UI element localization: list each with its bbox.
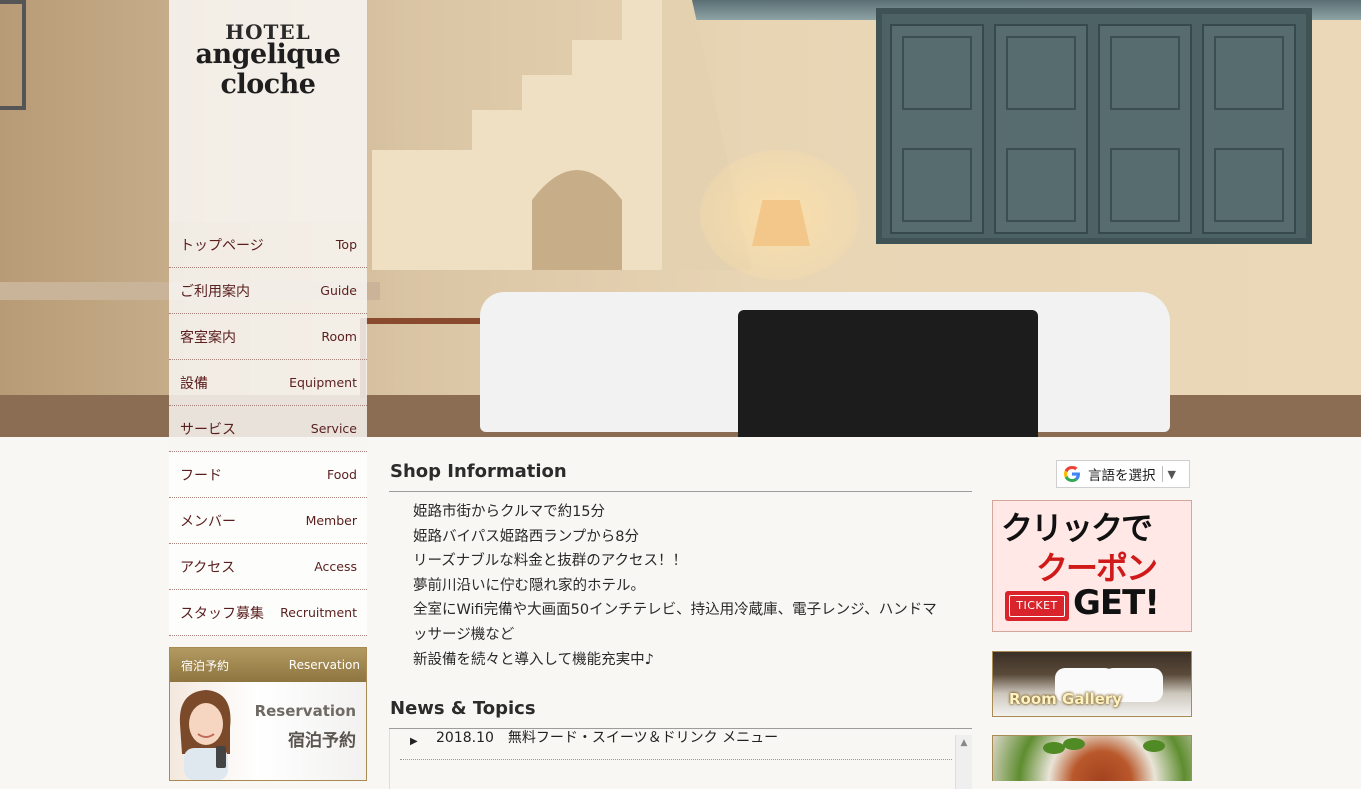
reservation-woman-photo <box>179 690 231 780</box>
nav-label-jp: サービス <box>180 421 236 438</box>
main-nav: トップページ Top ご利用案内 Guide 客室案内 Room 設備 Equi… <box>169 222 367 636</box>
sidebar: HOTEL angelique cloche トップページ Top ご利用案内 … <box>169 0 367 781</box>
shop-info-line: リーズナブルな料金と抜群のアクセス！！ <box>413 553 688 570</box>
nav-label-en: Access <box>314 559 357 574</box>
nav-item-service[interactable]: サービス Service <box>169 406 367 452</box>
nav-label-jp: スタッフ募集 <box>180 605 264 622</box>
logo[interactable]: HOTEL angelique cloche <box>169 0 367 222</box>
nav-item-access[interactable]: アクセス Access <box>169 544 367 590</box>
main-content: Shop Information 姫路市街からクルマで約15分 姫路バイパス姫路… <box>389 437 972 789</box>
shop-info-line: 新設備を続々と導入して機能充実中♪ <box>413 651 654 668</box>
hero-wardrobe <box>876 8 1312 244</box>
nav-label-en: Guide <box>320 283 357 298</box>
shop-info-line: 姫路バイパス姫路西ランプから8分 <box>413 528 639 545</box>
shop-info-line: ッサージ機など <box>413 626 515 643</box>
food-garnish <box>1143 740 1165 752</box>
coupon-banner[interactable]: クリックで クーポン TICKET GET! <box>992 500 1192 632</box>
logo-name-text: angelique cloche <box>169 40 367 100</box>
nav-item-top[interactable]: トップページ Top <box>169 222 367 268</box>
nav-label-jp: ご利用案内 <box>180 283 250 300</box>
language-select[interactable]: 言語を選択 ▼ <box>1056 460 1190 488</box>
hero-picture-frame <box>0 0 26 110</box>
nav-label-jp: アクセス <box>180 559 236 576</box>
room-gallery-banner[interactable]: Room Gallery <box>992 651 1192 717</box>
language-select-divider <box>1161 466 1163 482</box>
news-title: News & Topics <box>389 672 972 730</box>
food-garnish <box>1043 742 1065 754</box>
nav-label-en: Food <box>327 467 357 482</box>
coupon-ticket-label: TICKET <box>1009 595 1065 617</box>
chevron-up-icon[interactable]: ▲ <box>956 735 972 751</box>
nav-item-equipment[interactable]: 設備 Equipment <box>169 360 367 406</box>
google-g-icon <box>1064 466 1080 482</box>
nav-label-jp: 設備 <box>180 375 208 392</box>
shop-info-line: 夢前川沿いに佇む隠れ家的ホテル。 <box>413 577 645 594</box>
ticket-icon: TICKET <box>1005 591 1069 621</box>
shop-info-list: 姫路市街からクルマで約15分 姫路バイパス姫路西ランプから8分 リーズナブルな料… <box>389 492 972 672</box>
hero-bed-runner <box>738 310 1038 437</box>
nav-label-en: Member <box>305 513 357 528</box>
food-banner[interactable] <box>992 735 1192 781</box>
coupon-get-text: GET! <box>1073 583 1160 623</box>
shop-info-line: 姫路市街からクルマで約15分 <box>413 504 606 520</box>
reservation-header: 宿泊予約 Reservation <box>170 648 366 682</box>
news-list[interactable]: ▶ 2018.10 無料フード・スイーツ＆ドリンク メニュー ▲ <box>389 729 972 789</box>
nav-item-food[interactable]: フード Food <box>169 452 367 498</box>
logo-line1: angelique <box>195 39 341 70</box>
logo-line2: cloche <box>220 69 316 100</box>
nav-item-guide[interactable]: ご利用案内 Guide <box>169 268 367 314</box>
nav-item-member[interactable]: メンバー Member <box>169 498 367 544</box>
reservation-banner-en: Reservation <box>254 702 356 720</box>
nav-label-en: Top <box>335 237 357 252</box>
food-garnish <box>1063 738 1085 750</box>
nav-label-en: Recruitment <box>280 605 357 620</box>
reservation-banner-jp: 宿泊予約 <box>288 731 356 751</box>
hero-staircase <box>372 0 752 270</box>
nav-label-jp: メンバー <box>180 513 236 530</box>
room-gallery-label: Room Gallery <box>1009 690 1123 708</box>
nav-label-en: Equipment <box>289 375 357 390</box>
triangle-right-icon: ▶ <box>410 736 418 748</box>
nav-item-room[interactable]: 客室案内 Room <box>169 314 367 360</box>
news-divider <box>400 759 952 761</box>
dropdown-arrow-icon: ▼ <box>1167 467 1176 481</box>
nav-label-jp: トップページ <box>180 237 264 254</box>
language-select-label: 言語を選択 <box>1088 468 1156 484</box>
nav-item-recruitment[interactable]: スタッフ募集 Recruitment <box>169 590 367 636</box>
nav-label-jp: 客室案内 <box>180 329 236 346</box>
nav-label-jp: フード <box>180 467 222 484</box>
news-item[interactable]: 2018.10 無料フード・スイーツ＆ドリンク メニュー <box>436 729 778 747</box>
reservation-banner[interactable]: 宿泊予約 Reservation Reservation 宿泊予約 <box>169 647 367 781</box>
reservation-header-jp: 宿泊予約 <box>181 658 230 673</box>
reservation-header-en: Reservation <box>288 658 360 672</box>
nav-label-en: Service <box>310 421 357 436</box>
reservation-body: Reservation 宿泊予約 <box>170 682 366 780</box>
shop-info-title: Shop Information <box>389 437 972 492</box>
nav-label-en: Room <box>321 329 357 344</box>
shop-info-line: 全室にWifi完備や大画面50インチテレビ、持込用冷蔵庫、電子レンジ、ハンドマ <box>413 602 937 619</box>
